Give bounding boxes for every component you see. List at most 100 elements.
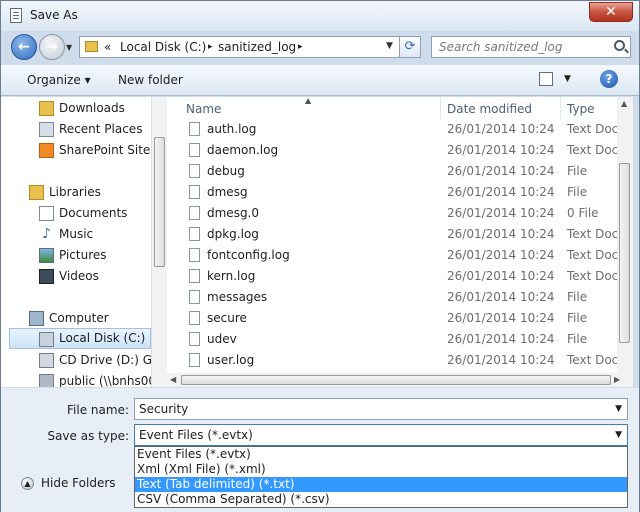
file-type: Text Docu [567,248,617,262]
file-row[interactable]: daemon.log 26/01/2014 10:24 Text Docu [167,140,617,161]
file-type: File [567,185,588,199]
title-bar: Save As ✕ [1,1,639,31]
file-row[interactable]: auth.log 26/01/2014 10:24 Text Docu [167,119,617,140]
file-row[interactable]: secure 26/01/2014 10:24 File [167,308,617,329]
file-row[interactable]: kern.log 26/01/2014 10:24 Text Docu [167,266,617,287]
cd-drive-icon [39,353,54,368]
views-icon[interactable] [539,72,553,86]
filelist-scroll-thumb[interactable] [619,163,630,343]
nav-item-local-disk[interactable]: Local Disk (C:) [9,328,151,349]
file-row[interactable]: dmesg.0 26/01/2014 10:24 0 File [167,203,617,224]
file-name: messages [207,290,268,304]
nav-item-videos[interactable]: Videos [1,266,151,287]
hide-folders-button[interactable]: Hide Folders [41,476,116,490]
savetype-label: Save as type: [47,429,129,443]
scroll-up-icon[interactable]: ▲ [621,99,627,108]
nav-item-label: Pictures [59,248,107,262]
filelist-vertical-scrollbar[interactable]: ▲ [617,97,633,373]
forward-button[interactable]: → [39,34,65,60]
organize-button[interactable]: Organize ▾ [27,73,91,87]
videos-icon [39,269,54,284]
new-folder-button[interactable]: New folder [118,73,183,87]
file-name: dpkg.log [207,227,259,241]
recent-pages-dropdown[interactable]: ▼ [66,43,74,52]
scroll-right-icon[interactable]: ▶ [614,375,620,384]
file-icon [189,227,200,241]
file-row[interactable]: debug 26/01/2014 10:24 File [167,161,617,182]
file-date: 26/01/2014 10:24 [447,164,555,178]
savetype-select[interactable]: Event Files (*.evtx) ▼ [134,424,628,446]
file-row[interactable]: dmesg 26/01/2014 10:24 File [167,182,617,203]
nav-item-downloads[interactable]: Downloads [1,98,151,119]
breadcrumb-sanitized-log[interactable]: sanitized_log [218,40,296,54]
filelist-hscroll-thumb[interactable] [181,375,611,385]
hide-folders-icon[interactable]: ▲ [21,477,34,490]
nav-item-label: Local Disk (C:) [59,331,146,345]
file-name: fontconfig.log [207,248,290,262]
refresh-button[interactable]: ⟳ [399,36,421,58]
column-divider[interactable] [440,97,441,119]
navpane-scrollbar[interactable] [151,97,167,387]
file-list: ▲ Name Date modified Type auth.log 26/01/… [167,97,617,373]
nav-item-label: Libraries [49,185,101,199]
file-name: udev [207,332,237,346]
window-title: Save As [30,8,78,22]
nav-item-cd-drive[interactable]: CD Drive (D:) GRM [1,350,151,371]
breadcrumb-separator-icon[interactable]: ▸ [298,42,303,52]
address-history-dropdown[interactable]: ▼ [386,41,393,51]
nav-item-computer[interactable]: Computer [1,308,151,329]
file-name: debug [207,164,245,178]
views-dropdown[interactable]: ▼ [564,74,571,84]
breadcrumb-separator-icon[interactable]: ▸ [208,42,213,52]
savetype-option[interactable]: CSV (Comma Separated) (*.csv) [135,492,627,507]
savetype-option[interactable]: Event Files (*.evtx) [135,447,627,462]
folder-icon [85,41,98,52]
nav-item-libraries[interactable]: Libraries [1,182,151,203]
file-icon [189,122,200,136]
search-icon [614,40,625,51]
file-name: dmesg [207,185,248,199]
search-input[interactable]: Search sanitized_log [439,40,562,54]
navpane-scroll-thumb[interactable] [154,137,165,267]
nav-item-pictures[interactable]: Pictures [1,245,151,266]
back-button[interactable]: ← [11,34,37,60]
nav-item-documents[interactable]: Documents [1,203,151,224]
savetype-dropdown-icon[interactable]: ▼ [615,430,622,440]
breadcrumb-overflow[interactable]: « [104,40,111,54]
nav-item-network-drive[interactable]: public (\\bnhs000 [1,371,151,387]
address-bar[interactable]: « Local Disk (C:) ▸ sanitized_log ▸ ▼ [79,36,421,58]
file-date: 26/01/2014 10:24 [447,185,555,199]
file-name: dmesg.0 [207,206,260,220]
filelist-horizontal-scrollbar[interactable]: ◀ ▶ [167,373,633,387]
command-toolbar: Organize ▾ New folder ▼ ? [1,65,639,96]
column-divider[interactable] [560,97,561,119]
file-row[interactable]: dpkg.log 26/01/2014 10:24 Text Docu [167,224,617,245]
close-button[interactable]: ✕ [589,2,633,22]
file-row[interactable]: messages 26/01/2014 10:24 File [167,287,617,308]
save-as-dialog: Save As ✕ ← → ▼ « Local Disk (C:) ▸ sani… [0,0,640,512]
savetype-selected-value: Event Files (*.evtx) [139,428,253,442]
file-row[interactable]: fontconfig.log 26/01/2014 10:24 Text Docu [167,245,617,266]
filename-input[interactable]: Security [139,402,188,416]
file-date: 26/01/2014 10:24 [447,311,555,325]
local-disk-icon [39,332,54,347]
savetype-option-highlighted[interactable]: Text (Tab delimited) (*.txt) [135,477,627,492]
filename-label: File name: [67,403,129,417]
filename-field[interactable]: Security ▼ [134,398,628,420]
nav-item-recent-places[interactable]: Recent Places [1,119,151,140]
savetype-option[interactable]: Xml (Xml File) (*.xml) [135,462,627,477]
file-date: 26/01/2014 10:24 [447,269,555,283]
nav-item-music[interactable]: ♪ Music [1,224,151,245]
search-box[interactable]: Search sanitized_log [431,36,631,58]
breadcrumb-local-disk[interactable]: Local Disk (C:) [120,40,206,54]
file-row[interactable]: udev 26/01/2014 10:24 File [167,329,617,350]
help-button[interactable]: ? [600,70,618,88]
file-icon [189,353,200,367]
filename-dropdown-icon[interactable]: ▼ [615,404,622,414]
file-row[interactable]: user.log 26/01/2014 10:24 Text Docu [167,350,617,371]
nav-item-sharepoint[interactable]: SharePoint Sites [1,140,151,161]
nav-item-label: Downloads [59,101,125,115]
scroll-left-icon[interactable]: ◀ [170,375,176,384]
nav-item-label: Videos [59,269,99,283]
file-type: File [567,164,588,178]
